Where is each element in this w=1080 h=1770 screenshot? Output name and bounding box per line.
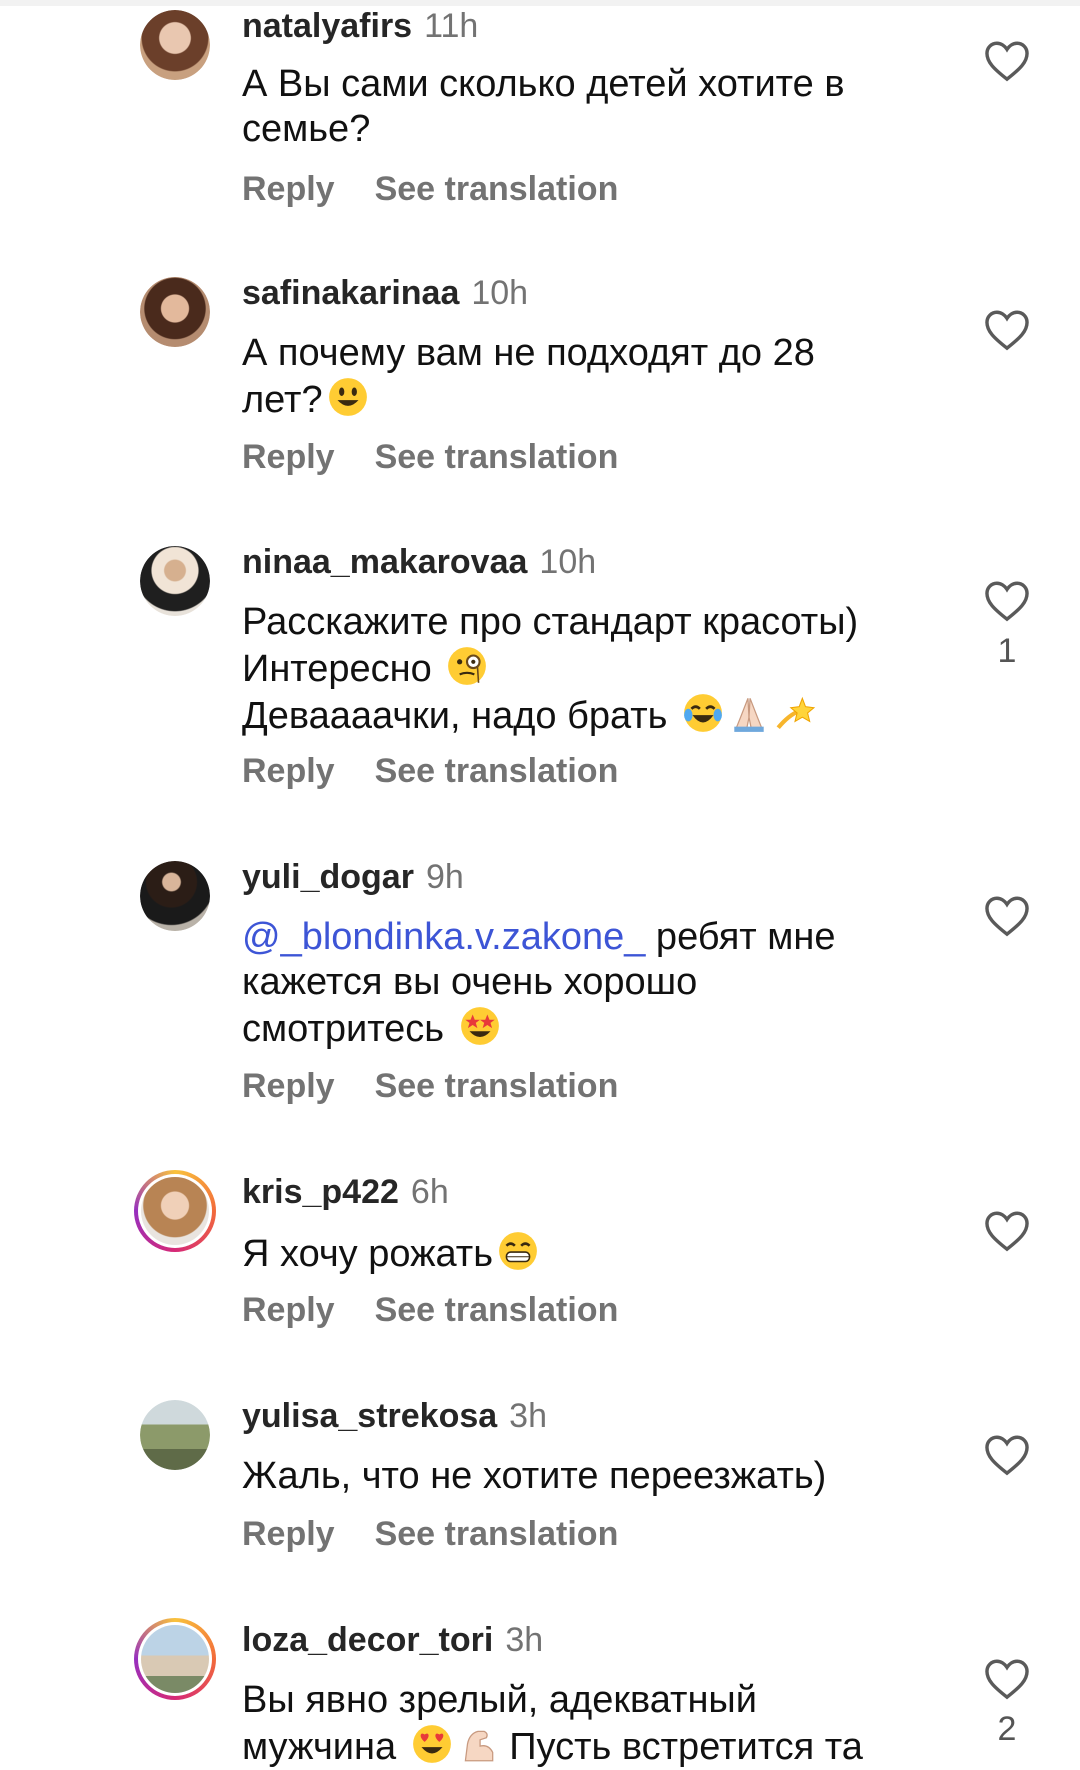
timestamp: 3h: [505, 1621, 544, 1659]
heart-outline-icon[interactable]: [984, 895, 1030, 937]
avatar[interactable]: [140, 277, 210, 347]
timestamp: 9h: [425, 858, 464, 896]
flexed-biceps-emoji: [464, 1730, 494, 1762]
reply-button[interactable]: Reply: [242, 1515, 335, 1553]
reply-button[interactable]: Reply: [242, 1067, 335, 1105]
timestamp: 3h: [509, 1397, 547, 1435]
folded-hands-emoji: [734, 698, 764, 732]
see-translation-button[interactable]: See translation: [375, 438, 619, 476]
comment-text: А Вы сами сколько детей хотите в семье?: [242, 63, 845, 150]
username[interactable]: yuli_dogar: [242, 858, 414, 896]
timestamp: 10h: [539, 543, 597, 581]
like-count: 2: [997, 1710, 1017, 1748]
reply-button[interactable]: Reply: [242, 438, 335, 476]
avatar[interactable]: [134, 1170, 216, 1252]
heart-eyes-emoji: [412, 1725, 451, 1763]
username[interactable]: loza_decor_tori: [242, 1621, 493, 1659]
dizzy-emoji: [776, 696, 816, 730]
timestamp: 11h: [424, 7, 479, 45]
comment-text: Я хочу рожать: [242, 1230, 942, 1277]
avatar[interactable]: [140, 861, 210, 931]
username[interactable]: natalyafirs: [242, 7, 412, 45]
see-translation-button[interactable]: See translation: [375, 1291, 619, 1329]
heart-outline-icon[interactable]: [984, 40, 1030, 82]
heart-outline-icon[interactable]: [984, 309, 1030, 351]
username[interactable]: ninaa_makarovaa: [242, 543, 527, 581]
grinning-emoji: [499, 1232, 537, 1270]
like-count: 1: [997, 632, 1017, 670]
tears-of-joy-emoji: [684, 694, 722, 732]
see-translation-button[interactable]: See translation: [375, 752, 619, 790]
see-translation-button[interactable]: See translation: [375, 1067, 619, 1105]
see-translation-button[interactable]: See translation: [375, 170, 619, 208]
username[interactable]: kris_p422: [242, 1173, 399, 1211]
avatar[interactable]: [140, 1400, 210, 1470]
avatar[interactable]: [134, 1618, 216, 1700]
monocle-face-emoji: [448, 647, 487, 685]
timestamp: 6h: [410, 1173, 449, 1211]
username[interactable]: safinakarinaa: [242, 274, 459, 312]
username[interactable]: yulisa_strekosa: [242, 1397, 497, 1435]
comment-text: Вы явно зрелый, адекватный мужчина Пусть…: [242, 1679, 863, 1768]
heart-outline-icon[interactable]: [984, 1658, 1030, 1700]
top-divider: [0, 0, 1080, 6]
mention-link[interactable]: @_blondinka.v.zakone_: [242, 916, 645, 958]
heart-outline-icon[interactable]: [984, 1434, 1030, 1476]
star-struck-emoji: [460, 1007, 499, 1045]
heart-outline-icon[interactable]: [984, 1210, 1030, 1252]
heart-outline-icon[interactable]: [984, 580, 1030, 622]
timestamp: 10h: [471, 274, 529, 312]
reply-button[interactable]: Reply: [242, 170, 335, 208]
reply-button[interactable]: Reply: [242, 752, 335, 790]
avatar[interactable]: [140, 10, 210, 80]
comment-text: @_blondinka.v.zakone_ ребят мне кажется …: [242, 916, 836, 1050]
reply-button[interactable]: Reply: [242, 1291, 335, 1329]
avatar[interactable]: [140, 546, 210, 616]
comment-text: Жаль, что не хотите переезжать): [242, 1455, 827, 1497]
comment-text: Расскажите про стандарт красоты) Интерес…: [242, 601, 859, 737]
see-translation-button[interactable]: See translation: [375, 1515, 619, 1553]
comment-text: А почему вам не подходят до 28 лет?: [242, 332, 815, 421]
smiley-emoji: [328, 378, 367, 416]
